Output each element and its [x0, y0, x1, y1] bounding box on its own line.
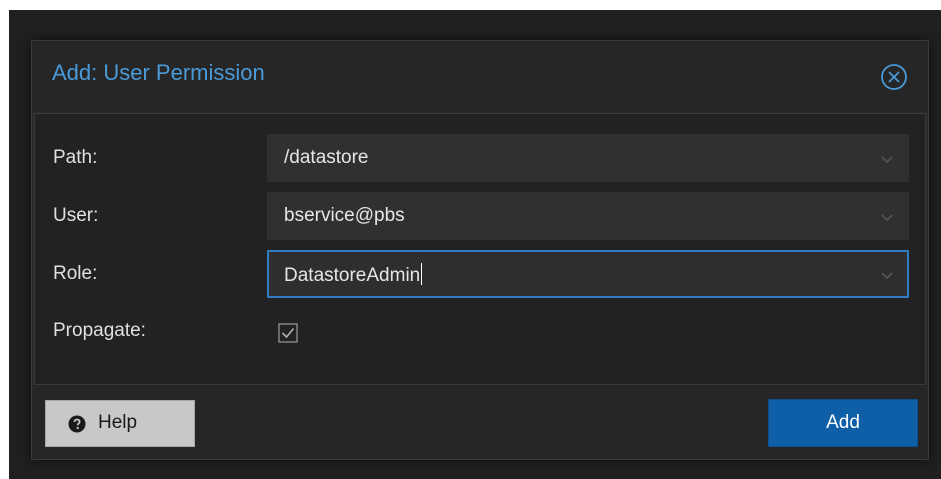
- add-user-permission-dialog: Add: User Permission Path: /datastore Us…: [31, 40, 929, 460]
- role-value: DatastoreAdmin: [284, 263, 423, 287]
- form-panel: Path: /datastore User: bservice@pbs Role…: [34, 113, 926, 385]
- close-icon[interactable]: [879, 62, 909, 92]
- dialog-footer: Help Add: [32, 385, 928, 459]
- propagate-checkbox[interactable]: [278, 323, 298, 343]
- dialog-titlebar: Add: User Permission: [32, 41, 928, 111]
- role-combobox[interactable]: DatastoreAdmin: [267, 250, 909, 298]
- user-combobox[interactable]: bservice@pbs: [267, 192, 909, 240]
- question-circle-icon: [68, 415, 86, 433]
- path-combobox[interactable]: /datastore: [267, 134, 909, 182]
- chevron-down-icon[interactable]: [880, 210, 894, 224]
- chevron-down-icon[interactable]: [880, 152, 894, 166]
- add-button[interactable]: Add: [768, 399, 918, 447]
- dialog-title: Add: User Permission: [52, 60, 265, 85]
- help-button-label: Help: [98, 412, 138, 433]
- path-label: Path:: [53, 147, 98, 168]
- propagate-label: Propagate:: [53, 320, 146, 341]
- role-value-text: DatastoreAdmin: [284, 265, 421, 286]
- role-label: Role:: [53, 263, 98, 284]
- chevron-down-icon[interactable]: [880, 268, 894, 282]
- text-caret: [421, 263, 423, 285]
- help-button[interactable]: Help: [45, 400, 195, 447]
- user-label: User:: [53, 205, 99, 226]
- path-value: /datastore: [284, 147, 369, 168]
- user-value: bservice@pbs: [284, 205, 405, 226]
